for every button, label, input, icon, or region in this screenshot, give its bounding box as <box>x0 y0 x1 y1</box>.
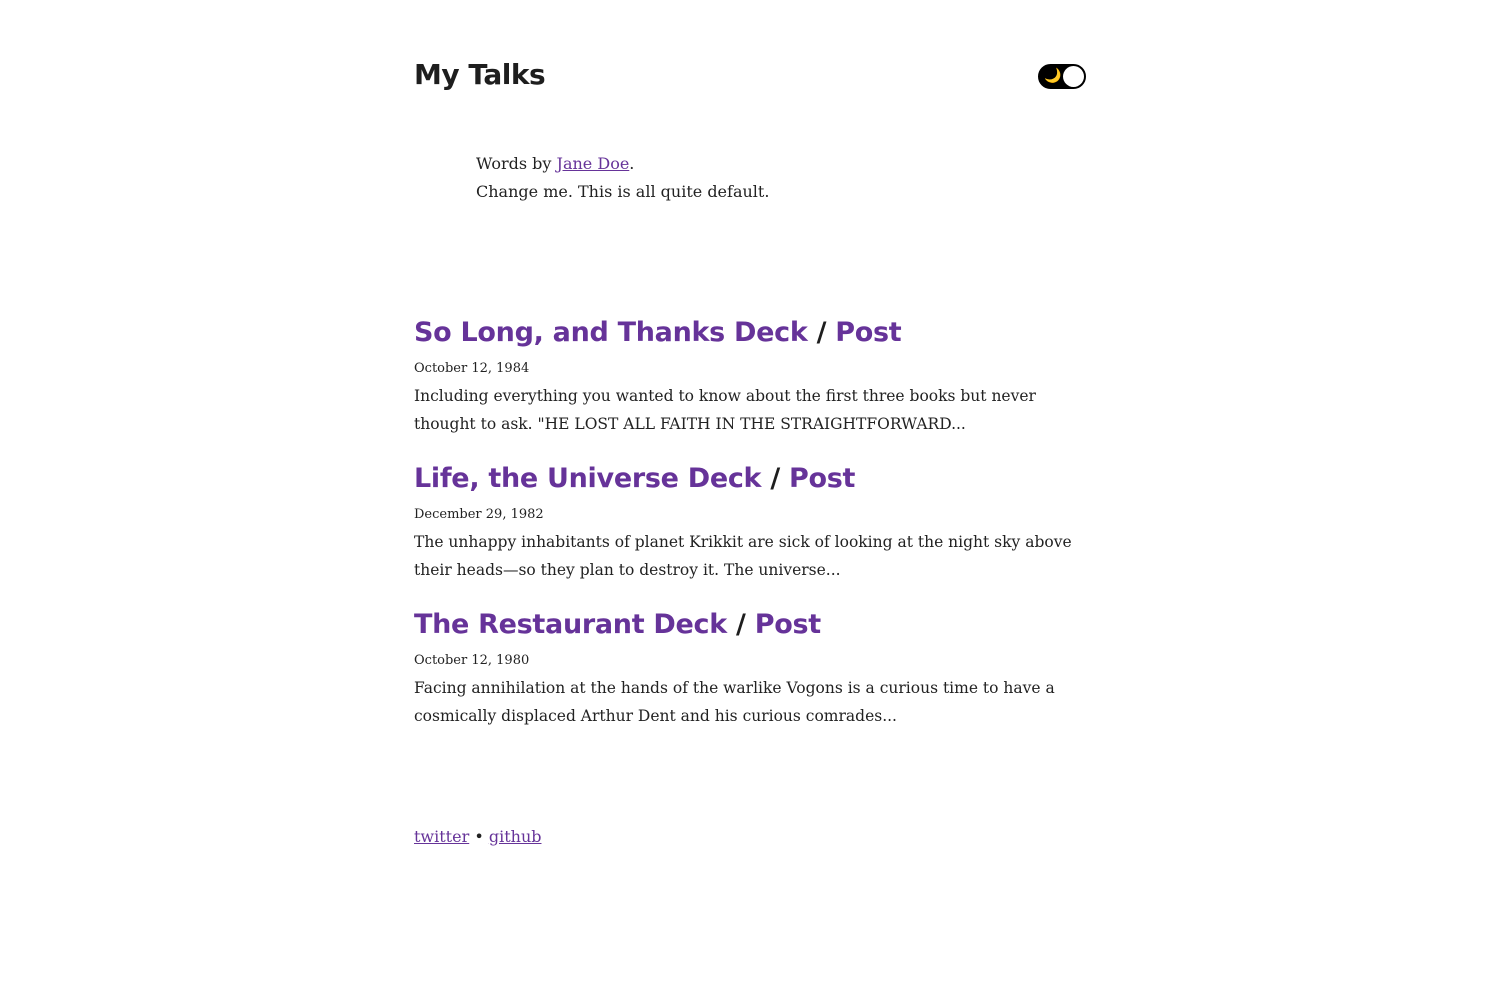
post-title: So Long, and Thanks Deck / Post <box>414 312 1086 354</box>
post-description: Including everything you wanted to know … <box>414 387 1036 433</box>
post-date: October 12, 1984 <box>414 361 530 376</box>
post-list: So Long, and Thanks Deck / Post October … <box>414 312 1086 750</box>
post-date: December 29, 1982 <box>414 507 544 522</box>
deck-link[interactable]: So Long, and Thanks Deck <box>414 317 808 348</box>
post-link[interactable]: Post <box>755 609 821 640</box>
site-footer: twitter • github <box>414 823 541 851</box>
deck-link[interactable]: Life, the Universe Deck <box>414 463 762 494</box>
toggle-knob <box>1063 66 1084 87</box>
title-separator: / <box>736 609 746 640</box>
bio-byline: Words by Jane Doe. <box>476 150 769 178</box>
post-item: So Long, and Thanks Deck / Post October … <box>414 312 1086 438</box>
bio-suffix: . <box>629 154 635 173</box>
footer-separator: • <box>474 827 484 846</box>
bio: Words by Jane Doe. Change me. This is al… <box>476 150 769 206</box>
post-title: The Restaurant Deck / Post <box>414 604 1086 646</box>
github-link[interactable]: github <box>489 827 542 846</box>
moon-icon: 🌙 <box>1044 68 1062 84</box>
site-title[interactable]: My Talks <box>414 58 546 91</box>
post-link[interactable]: Post <box>789 463 855 494</box>
bio-prefix: Words by <box>476 154 557 173</box>
post-description: The unhappy inhabitants of planet Krikki… <box>414 533 1072 579</box>
deck-link[interactable]: The Restaurant Deck <box>414 609 727 640</box>
post-description: Facing annihilation at the hands of the … <box>414 679 1055 725</box>
site-header: My Talks 🌙 <box>414 0 1086 140</box>
title-separator: / <box>816 317 827 348</box>
twitter-link[interactable]: twitter <box>414 827 469 846</box>
theme-toggle[interactable]: 🌙 <box>1038 64 1086 89</box>
bio-tagline: Change me. This is all quite default. <box>476 182 770 201</box>
post-date: October 12, 1980 <box>414 653 530 668</box>
post-item: Life, the Universe Deck / Post December … <box>414 458 1086 584</box>
author-link[interactable]: Jane Doe <box>557 154 630 173</box>
title-separator: / <box>770 463 780 494</box>
post-link[interactable]: Post <box>835 317 901 348</box>
post-title: Life, the Universe Deck / Post <box>414 458 1086 500</box>
post-item: The Restaurant Deck / Post October 12, 1… <box>414 604 1086 730</box>
page-container: My Talks 🌙 Words by Jane Doe. Change me.… <box>414 0 1086 846</box>
